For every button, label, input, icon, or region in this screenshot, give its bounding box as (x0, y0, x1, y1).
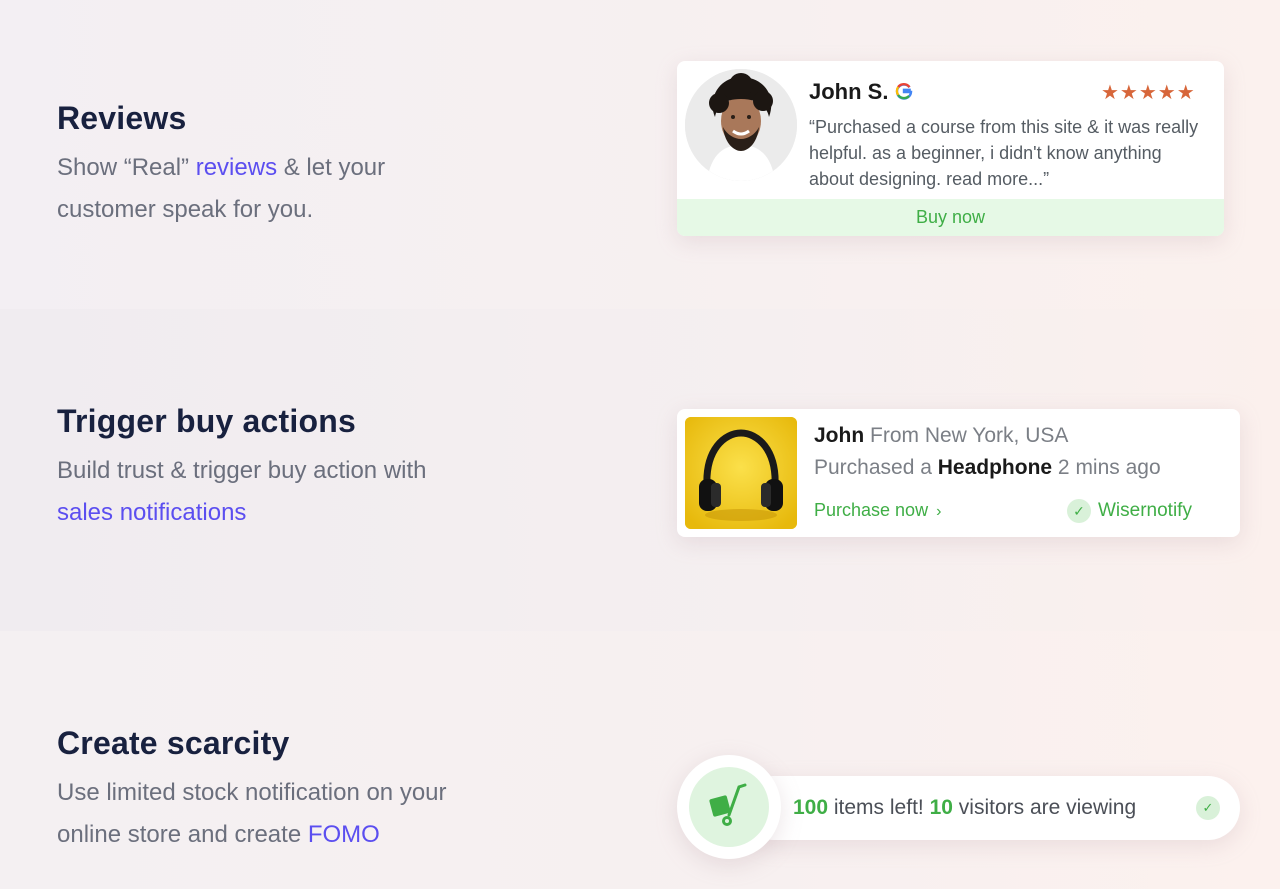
feature-description: Build trust & trigger buy action with sa… (57, 457, 427, 526)
purchase-now-link[interactable]: Purchase now › (814, 500, 941, 521)
product-name: Headphone (937, 456, 1053, 479)
feature-scarcity: Create scarcity Use limited stock notifi… (57, 725, 577, 856)
scarcity-notification: 100 items left! 10 visitors are viewing … (742, 776, 1240, 840)
reviewer-name: John S. (809, 79, 889, 104)
scarcity-text: 100 items left! 10 visitors are viewing (793, 796, 1137, 819)
cart-icon (709, 783, 747, 826)
sales-notification-card: John From New York, USA Purchased a Head… (677, 409, 1240, 537)
brand-label: Wisernotify (1098, 500, 1192, 521)
feature-description: Show “Real” reviews & let your customer … (57, 154, 386, 223)
buyer-name: John (814, 424, 865, 447)
buyer-location: From New York, USA (864, 424, 1069, 447)
fomo-link[interactable]: FOMO (308, 821, 380, 848)
visitor-count: 10 (929, 796, 953, 819)
check-circle-icon: ✓ (1196, 796, 1220, 820)
review-card: John S. ★★★★★ “Purchased a course from t… (677, 61, 1224, 236)
headphone-image (685, 417, 797, 529)
avatar-photo (685, 69, 797, 181)
reviews-link[interactable]: reviews (196, 154, 277, 181)
review-text: “Purchased a course from this site & it … (809, 117, 1199, 189)
feature-heading: Trigger buy actions (57, 403, 356, 439)
google-icon (895, 83, 913, 100)
sales-notifications-link[interactable]: sales notifications (57, 499, 246, 526)
cart-badge (677, 755, 781, 859)
buyer-info: John From New York, USA (814, 424, 1068, 448)
buy-now-button[interactable]: Buy now (677, 199, 1224, 236)
items-left-count: 100 (793, 796, 829, 819)
feature-trigger: Trigger buy actions Build trust & trigge… (57, 403, 577, 534)
purchase-info: Purchased a Headphone 2 mins ago (814, 456, 1161, 479)
product-image (685, 417, 797, 529)
feature-reviews: Reviews Show “Real” reviews & let your c… (57, 100, 577, 231)
star-rating: ★★★★★ (1101, 82, 1196, 104)
feature-heading: Create scarcity (57, 725, 290, 761)
feature-description: Use limited stock notification on your o… (57, 779, 447, 848)
chevron-right-icon: › (936, 503, 942, 520)
avatar (685, 69, 797, 181)
check-circle-icon: ✓ (1067, 499, 1091, 523)
purchase-time: 2 mins ago (1052, 456, 1161, 479)
feature-heading: Reviews (57, 100, 187, 136)
